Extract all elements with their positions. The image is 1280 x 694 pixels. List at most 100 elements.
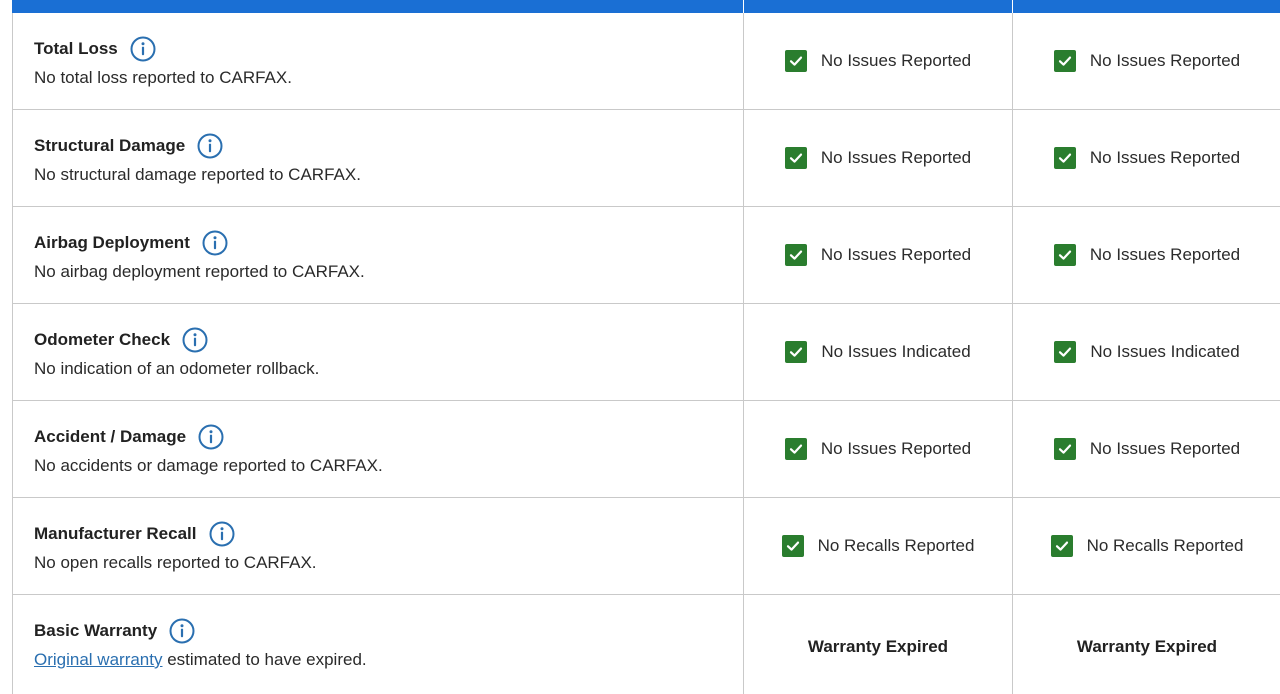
green-checkbox-icon (1053, 244, 1076, 266)
status: No Recalls Reported (1013, 498, 1280, 594)
info-circle-icon[interactable] (198, 424, 224, 450)
row-title: Total Loss (34, 39, 118, 58)
row-description: No indication of an odometer rollback. (34, 359, 320, 378)
status: Warranty Expired (744, 595, 1012, 694)
status-cell: No Recalls Reported (1013, 498, 1280, 594)
info-circle-icon[interactable] (209, 521, 235, 547)
info-circle-icon[interactable] (169, 618, 195, 644)
status-text: No Issues Reported (820, 245, 972, 264)
row-structural-damage: Structural Damage No structural damage re… (13, 110, 1280, 207)
header-divider (743, 0, 744, 13)
header-divider (1012, 0, 1013, 13)
header-bar (12, 0, 1280, 13)
status: No Issues Reported (1013, 401, 1280, 497)
status-cell: No Issues Indicated (1013, 304, 1280, 400)
green-checkbox-icon (1053, 438, 1076, 460)
row-title: Basic Warranty (34, 621, 158, 640)
original-warranty-link[interactable]: Original warranty (34, 650, 163, 669)
status-cell: No Issues Reported (1013, 401, 1280, 497)
vehicle-history-table: Total Loss No total loss reported to CARF… (12, 13, 1280, 694)
green-checkbox-icon (1053, 147, 1076, 169)
row-manufacturer-recall: Manufacturer Recall No open recalls repor… (13, 498, 1280, 595)
row-airbag-deployment: Airbag Deployment No airbag deployment re… (13, 207, 1280, 304)
info-circle-icon[interactable] (202, 230, 228, 256)
row-title-line: Airbag Deployment (34, 229, 228, 257)
row-description: No airbag deployment reported to CARFAX. (34, 262, 365, 281)
info-circle-icon[interactable] (130, 36, 156, 62)
row-title-line: Total Loss (34, 35, 156, 63)
status: No Issues Reported (1013, 13, 1280, 109)
status: No Issues Reported (744, 207, 1012, 303)
status-cell: No Issues Reported (1013, 110, 1280, 206)
status: No Issues Reported (1013, 207, 1280, 303)
row-odometer-check: Odometer Check No indication of an odomet… (13, 304, 1280, 401)
row-total-loss: Total Loss No total loss reported to CARF… (13, 13, 1280, 110)
green-checkbox-icon (784, 438, 807, 460)
status-text: No Issues Reported (1089, 148, 1241, 167)
row-title-line: Odometer Check (34, 326, 208, 354)
status-text: No Issues Indicated (1090, 342, 1240, 361)
green-checkbox-icon (784, 50, 807, 72)
row-basic-warranty: Basic Warranty Original warranty estimate… (13, 595, 1280, 694)
row-description: No structural damage reported to CARFAX. (34, 165, 361, 184)
info-circle-icon[interactable] (182, 327, 208, 353)
warranty-status: Warranty Expired (1076, 637, 1218, 656)
status-cell: No Issues Reported (744, 13, 1013, 109)
row-label-cell: Airbag Deployment No airbag deployment re… (13, 207, 744, 303)
info-circle-icon[interactable] (197, 133, 223, 159)
row-label-cell: Odometer Check No indication of an odomet… (13, 304, 744, 400)
green-checkbox-icon (781, 535, 804, 557)
green-checkbox-icon (784, 244, 807, 266)
carfax-comparison-page: Total Loss No total loss reported to CARF… (0, 0, 1280, 694)
status-text: No Issues Reported (820, 439, 972, 458)
status-cell: No Issues Reported (744, 207, 1013, 303)
status-cell: No Issues Reported (744, 401, 1013, 497)
green-checkbox-icon (1053, 50, 1076, 72)
status-text: No Issues Reported (820, 148, 972, 167)
row-label-cell: Structural Damage No structural damage re… (13, 110, 744, 206)
status-cell: No Issues Reported (1013, 13, 1280, 109)
row-title: Accident / Damage (34, 427, 187, 446)
status-text: No Issues Indicated (821, 342, 971, 361)
row-label-cell: Accident / Damage No accidents or damage … (13, 401, 744, 497)
status-cell: Warranty Expired (1013, 595, 1280, 694)
status: Warranty Expired (1013, 595, 1280, 694)
green-checkbox-icon (1050, 535, 1073, 557)
status: No Issues Indicated (1013, 304, 1280, 400)
status: No Issues Reported (744, 401, 1012, 497)
status-cell: No Recalls Reported (744, 498, 1013, 594)
green-checkbox-icon (1054, 341, 1077, 363)
green-checkbox-icon (784, 147, 807, 169)
row-title-line: Manufacturer Recall (34, 520, 235, 548)
status-text: No Recalls Reported (1086, 536, 1244, 555)
row-title: Manufacturer Recall (34, 524, 197, 543)
status: No Issues Reported (1013, 110, 1280, 206)
row-label-cell: Manufacturer Recall No open recalls repor… (13, 498, 744, 594)
status-text: No Issues Reported (820, 51, 972, 70)
row-description: No accidents or damage reported to CARFA… (34, 456, 383, 475)
status-text: No Issues Reported (1089, 51, 1241, 70)
green-checkbox-icon (785, 341, 808, 363)
warranty-status: Warranty Expired (807, 637, 949, 656)
row-title: Structural Damage (34, 136, 186, 155)
status-cell: Warranty Expired (744, 595, 1013, 694)
status: No Issues Reported (744, 110, 1012, 206)
status-text: No Issues Reported (1089, 245, 1241, 264)
row-description: No total loss reported to CARFAX. (34, 68, 292, 87)
row-label-cell: Basic Warranty Original warranty estimate… (13, 595, 744, 694)
status: No Issues Reported (744, 13, 1012, 109)
row-title: Odometer Check (34, 330, 171, 349)
status-cell: No Issues Reported (1013, 207, 1280, 303)
row-title: Airbag Deployment (34, 233, 190, 252)
row-description: Original warranty estimated to have expi… (34, 650, 367, 670)
status-cell: No Issues Indicated (744, 304, 1013, 400)
row-title-line: Structural Damage (34, 132, 223, 160)
status-text: No Issues Reported (1089, 439, 1241, 458)
row-label-cell: Total Loss No total loss reported to CARF… (13, 13, 744, 109)
description-rest: estimated to have expired. (162, 650, 367, 669)
row-title-line: Basic Warranty (34, 617, 195, 645)
status: No Recalls Reported (744, 498, 1012, 594)
status-cell: No Issues Reported (744, 110, 1013, 206)
row-title-line: Accident / Damage (34, 423, 224, 451)
status-text: No Recalls Reported (817, 536, 975, 555)
